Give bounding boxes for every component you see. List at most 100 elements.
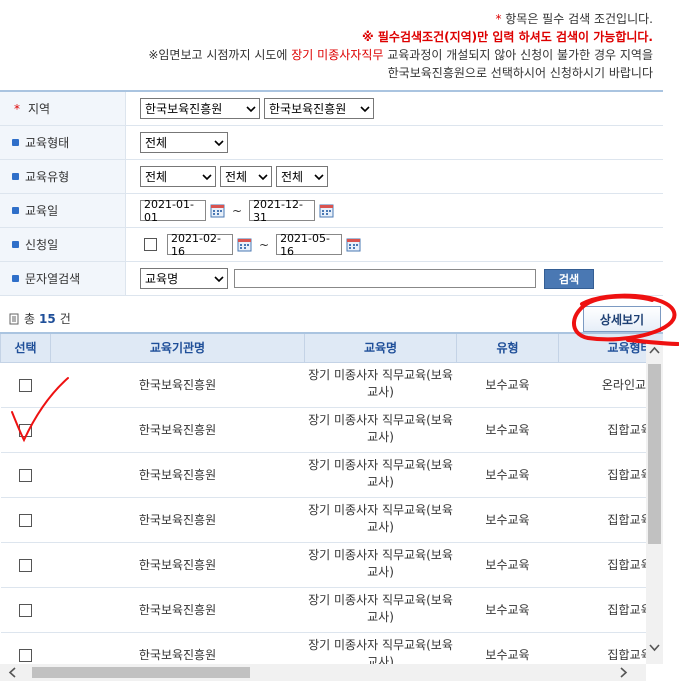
edu-date-row: 교육일 2021-01-01 ~ 2021-12-31: [0, 194, 663, 228]
type-cell: 보수교육: [456, 587, 559, 633]
keyword-field-select[interactable]: 교육명: [140, 268, 228, 289]
table-row[interactable]: 한국보육진흥원 장기 미종사자 직무교육(보육교사) 보수교육 집합교육: [0, 407, 663, 453]
header-org: 교육기관명: [50, 332, 305, 363]
edu-type-select-1[interactable]: 전체: [140, 166, 216, 187]
bullet-icon: [12, 139, 19, 146]
chevron-down-icon[interactable]: [648, 640, 661, 654]
bullet-icon: [12, 173, 19, 180]
type-cell: 보수교육: [456, 542, 559, 588]
type-cell: 보수교육: [456, 407, 559, 453]
notice-line-2: ※ 필수검색조건(지역)만 입력 하셔도 검색이 가능합니다.: [362, 30, 653, 44]
notice-line-4: 한국보육진흥원으로 선택하시어 신청하시기 바랍니다: [387, 66, 653, 80]
row-checkbox[interactable]: [19, 378, 32, 392]
calendar-icon[interactable]: [237, 237, 252, 252]
table-row[interactable]: 한국보육진흥원 장기 미종사자 직무교육(보육교사) 보수교육 집합교육: [0, 542, 663, 588]
notice-line-3-pre: ※임면보고 시점까지 시도에: [148, 48, 292, 62]
sigungu-select[interactable]: 한국보육진흥원: [264, 98, 374, 119]
table-row[interactable]: 한국보육진흥원 장기 미종사자 직무교육(보육교사) 보수교육 온라인교육: [0, 362, 663, 408]
keyword-label: 문자열검색: [25, 272, 81, 286]
range-tilde: ~: [259, 237, 270, 252]
org-cell: 한국보육진흥원: [50, 452, 305, 498]
apply-date-checkbox[interactable]: [144, 238, 157, 251]
scroll-thumb[interactable]: [32, 667, 250, 678]
apply-date-row: 신청일 2021-02-16 ~ 2021-05-16: [0, 228, 663, 262]
range-tilde: ~: [232, 203, 243, 218]
calendar-icon[interactable]: [346, 237, 361, 252]
edu-type-select-3[interactable]: 전체: [276, 166, 328, 187]
edu-date-label: 교육일: [25, 204, 59, 218]
bullet-icon: [12, 207, 19, 214]
table-row[interactable]: 한국보육진흥원 장기 미종사자 직무교육(보육교사) 보수교육 집합교육: [0, 632, 663, 664]
row-checkbox[interactable]: [19, 558, 32, 572]
table-row[interactable]: 한국보육진흥원 장기 미종사자 직무교육(보육교사) 보수교육 집합교육: [0, 452, 663, 498]
table-row[interactable]: 한국보육진흥원 장기 미종사자 직무교육(보육교사) 보수교육 집합교육: [0, 497, 663, 543]
chevron-down-icon: [214, 139, 224, 146]
course-name-cell[interactable]: 장기 미종사자 직무교육(보육교사): [304, 632, 457, 664]
search-button[interactable]: 검색: [544, 268, 594, 289]
notice-line-1: 항목은 필수 검색 조건입니다.: [501, 12, 653, 26]
type-cell: 보수교육: [456, 362, 559, 408]
course-name-cell[interactable]: 장기 미종사자 직무교육(보육교사): [304, 407, 457, 453]
org-cell: 한국보육진흥원: [50, 542, 305, 588]
course-name-cell[interactable]: 장기 미종사자 직무교육(보육교사): [304, 452, 457, 498]
row-checkbox[interactable]: [19, 423, 32, 437]
type-cell: 보수교육: [456, 452, 559, 498]
horizontal-scrollbar[interactable]: [0, 664, 646, 681]
keyword-input[interactable]: [234, 269, 536, 288]
document-icon: [9, 313, 19, 324]
header-course: 교육명: [304, 332, 457, 363]
sido-select[interactable]: 한국보육진흥원: [140, 98, 260, 119]
vertical-scrollbar[interactable]: [646, 340, 663, 664]
org-cell: 한국보육진흥원: [50, 362, 305, 408]
course-name-cell[interactable]: 장기 미종사자 직무교육(보육교사): [304, 362, 457, 408]
row-checkbox[interactable]: [19, 648, 32, 662]
edu-form-select[interactable]: 전체: [140, 132, 228, 153]
course-name-cell[interactable]: 장기 미종사자 직무교육(보육교사): [304, 497, 457, 543]
chevron-down-icon: [360, 105, 370, 112]
chevron-down-icon: [314, 173, 324, 180]
edu-form-label: 교육형태: [25, 136, 70, 150]
course-name-cell[interactable]: 장기 미종사자 직무교육(보육교사): [304, 587, 457, 633]
keyword-row: 문자열검색 교육명 검색: [0, 262, 663, 296]
type-cell: 보수교육: [456, 632, 559, 664]
course-name-cell[interactable]: 장기 미종사자 직무교육(보육교사): [304, 542, 457, 588]
calendar-icon[interactable]: [210, 203, 225, 218]
org-cell: 한국보육진흥원: [50, 632, 305, 664]
apply-date-to-input[interactable]: 2021-05-16: [276, 232, 343, 258]
table-row[interactable]: 한국보육진흥원 장기 미종사자 직무교육(보육교사) 보수교육 집합교육: [0, 587, 663, 633]
org-cell: 한국보육진흥원: [50, 407, 305, 453]
edu-type-select-2[interactable]: 전체: [220, 166, 272, 187]
edu-date-to-input[interactable]: 2021-12-31: [249, 198, 316, 224]
chevron-right-icon[interactable]: [616, 666, 630, 679]
row-checkbox[interactable]: [19, 603, 32, 617]
notice-line-3-emphasis: 장기 미종사자직무: [291, 48, 384, 62]
edu-type-row: 교육유형 전체 전체 전체: [0, 160, 663, 194]
result-count: 총 15 건: [8, 310, 71, 327]
chevron-down-icon: [246, 105, 256, 112]
calendar-icon[interactable]: [319, 203, 334, 218]
edu-type-label: 교육유형: [25, 170, 70, 184]
results-table: 선택 교육기관명 교육명 유형 교육형태 한국보육진흥원 장기 미종사자 직무교육…: [0, 332, 663, 664]
header-select: 선택: [0, 332, 51, 363]
chevron-down-icon: [258, 173, 268, 180]
edu-form-row: 교육형태 전체: [0, 126, 663, 160]
total-count: 15: [39, 311, 56, 326]
row-checkbox[interactable]: [19, 468, 32, 482]
chevron-up-icon[interactable]: [648, 344, 661, 358]
search-notice: * 항목은 필수 검색 조건입니다. ※ 필수검색조건(지역)만 입력 하셔도 …: [148, 10, 653, 82]
total-suffix: 건: [59, 312, 71, 326]
scroll-thumb[interactable]: [648, 364, 661, 544]
region-label: 지역: [28, 102, 51, 116]
org-cell: 한국보육진흥원: [50, 587, 305, 633]
region-row: * 지역 한국보육진흥원 한국보육진흥원: [0, 92, 663, 126]
org-cell: 한국보육진흥원: [50, 497, 305, 543]
search-form: * 지역 한국보육진흥원 한국보육진흥원 교육형태 전체 교육유형 전체 전체 전…: [0, 90, 663, 296]
header-type: 유형: [456, 332, 559, 363]
detail-view-button[interactable]: 상세보기: [583, 306, 661, 332]
apply-date-from-input[interactable]: 2021-02-16: [167, 232, 233, 258]
bullet-icon: [12, 241, 19, 248]
required-star: *: [14, 101, 20, 116]
chevron-left-icon[interactable]: [6, 666, 20, 679]
row-checkbox[interactable]: [19, 513, 32, 527]
edu-date-from-input[interactable]: 2021-01-01: [140, 198, 206, 224]
